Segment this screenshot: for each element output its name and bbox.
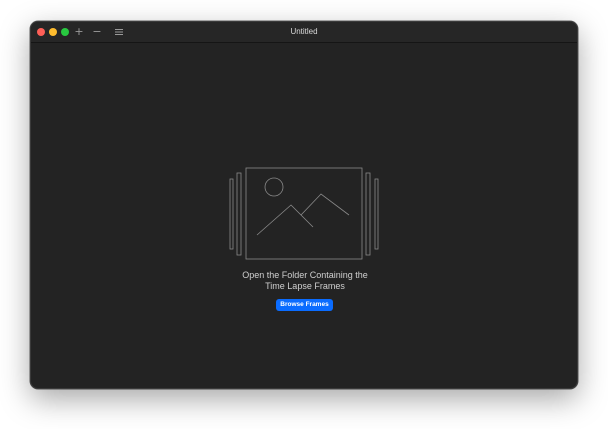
title-bar: + − Untitled <box>31 22 577 43</box>
main-content: Open the Folder Containing the Time Laps… <box>31 43 577 388</box>
open-folder-prompt: Open the Folder Containing the <box>242 270 368 280</box>
open-folder-prompt-line2: Time Lapse Frames <box>265 281 345 291</box>
window-title: Untitled <box>290 27 318 36</box>
image-frames-icon <box>229 167 379 260</box>
browse-frames-button[interactable]: Browse Frames <box>276 299 333 311</box>
app-window: + − Untitled Open the Folder Containing … <box>30 21 578 389</box>
